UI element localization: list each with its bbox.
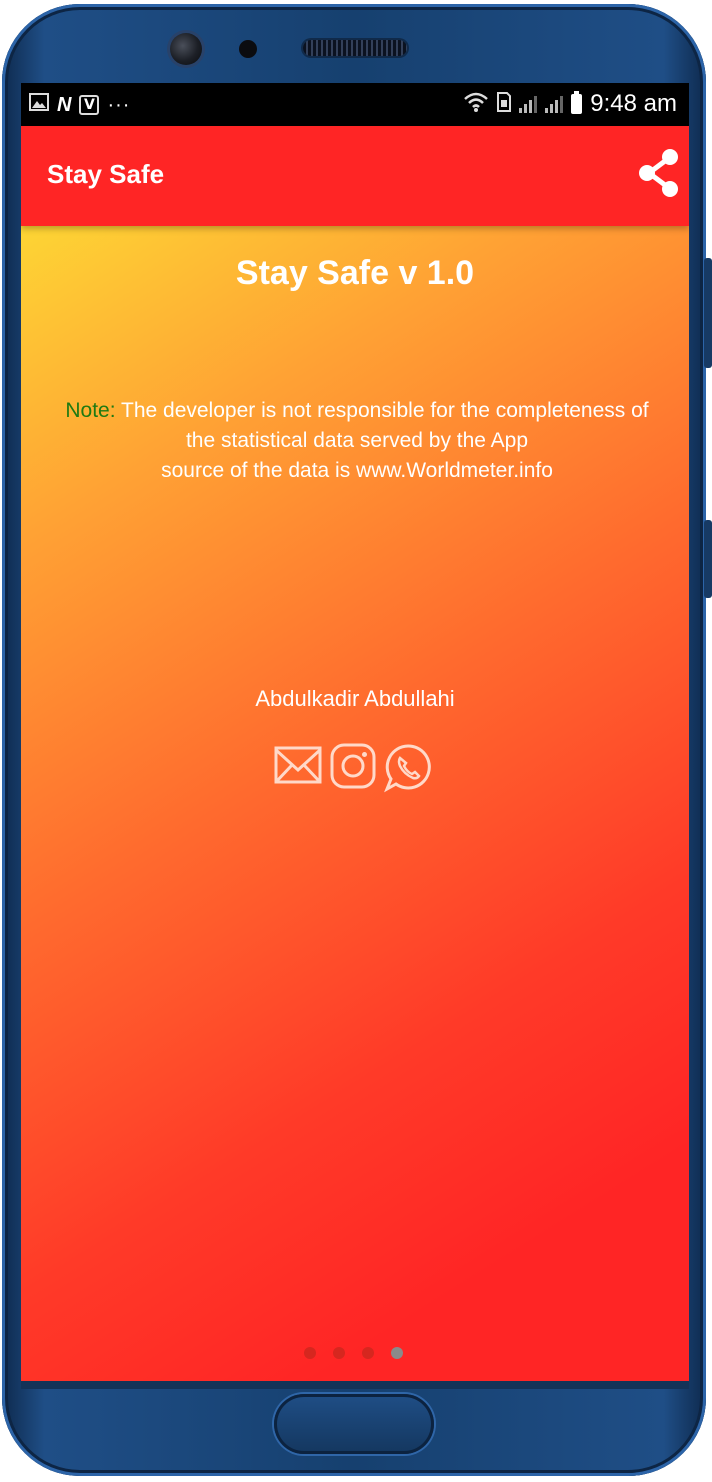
proximity-sensor xyxy=(239,40,257,58)
bottom-bezel xyxy=(21,1381,689,1389)
signal-icon-1 xyxy=(519,95,538,113)
system-icons: 9:48 am xyxy=(463,89,677,119)
image-icon xyxy=(29,93,49,116)
screen: N V ··· 9:48 am Stay Safe Stay Safe v 1.… xyxy=(21,83,689,1381)
signal-icon-2 xyxy=(545,95,564,113)
home-button[interactable] xyxy=(274,1394,434,1454)
page-dot-2[interactable] xyxy=(333,1347,345,1359)
sim-icon xyxy=(497,91,512,117)
author-name: Abdulkadir Abdullahi xyxy=(255,686,455,711)
clock: 9:48 am xyxy=(590,90,677,117)
disclaimer-note: Note: The developer is not responsible f… xyxy=(29,396,685,486)
note-text-line-3: source of the data is www.Worldmeter.inf… xyxy=(161,459,553,482)
volume-button xyxy=(704,258,712,368)
wifi-icon xyxy=(463,91,489,118)
whatsapp-icon[interactable] xyxy=(383,742,433,794)
more-dots-icon: ··· xyxy=(107,93,131,116)
instagram-icon[interactable] xyxy=(329,742,377,790)
page-dot-3[interactable] xyxy=(362,1347,374,1359)
page-dot-1[interactable] xyxy=(304,1347,316,1359)
note-text-line-2: the statistical data served by the App xyxy=(185,429,529,452)
front-camera xyxy=(170,33,202,65)
version-title: Stay Safe v 1.0 xyxy=(235,254,475,292)
share-button[interactable] xyxy=(637,148,681,198)
mail-icon[interactable] xyxy=(273,742,323,788)
status-bar: N V ··· 9:48 am xyxy=(21,83,689,126)
n-icon: N xyxy=(57,93,72,116)
note-label: Note: xyxy=(65,399,116,422)
note-text-line-1: The developer is not responsible for the… xyxy=(115,399,649,422)
earpiece-speaker xyxy=(303,40,407,56)
social-links xyxy=(273,742,433,794)
about-page: Stay Safe v 1.0 Note: The developer is n… xyxy=(21,226,689,1381)
power-button xyxy=(704,520,712,598)
share-icon xyxy=(639,149,678,197)
app-title: Stay Safe xyxy=(47,159,165,189)
page-indicator xyxy=(304,1347,403,1359)
app-bar: Stay Safe xyxy=(21,126,689,226)
battery-icon xyxy=(571,91,583,114)
page-dot-4-active[interactable] xyxy=(391,1347,403,1359)
v-icon: V xyxy=(79,94,100,115)
notification-icons: N V ··· xyxy=(29,93,130,116)
